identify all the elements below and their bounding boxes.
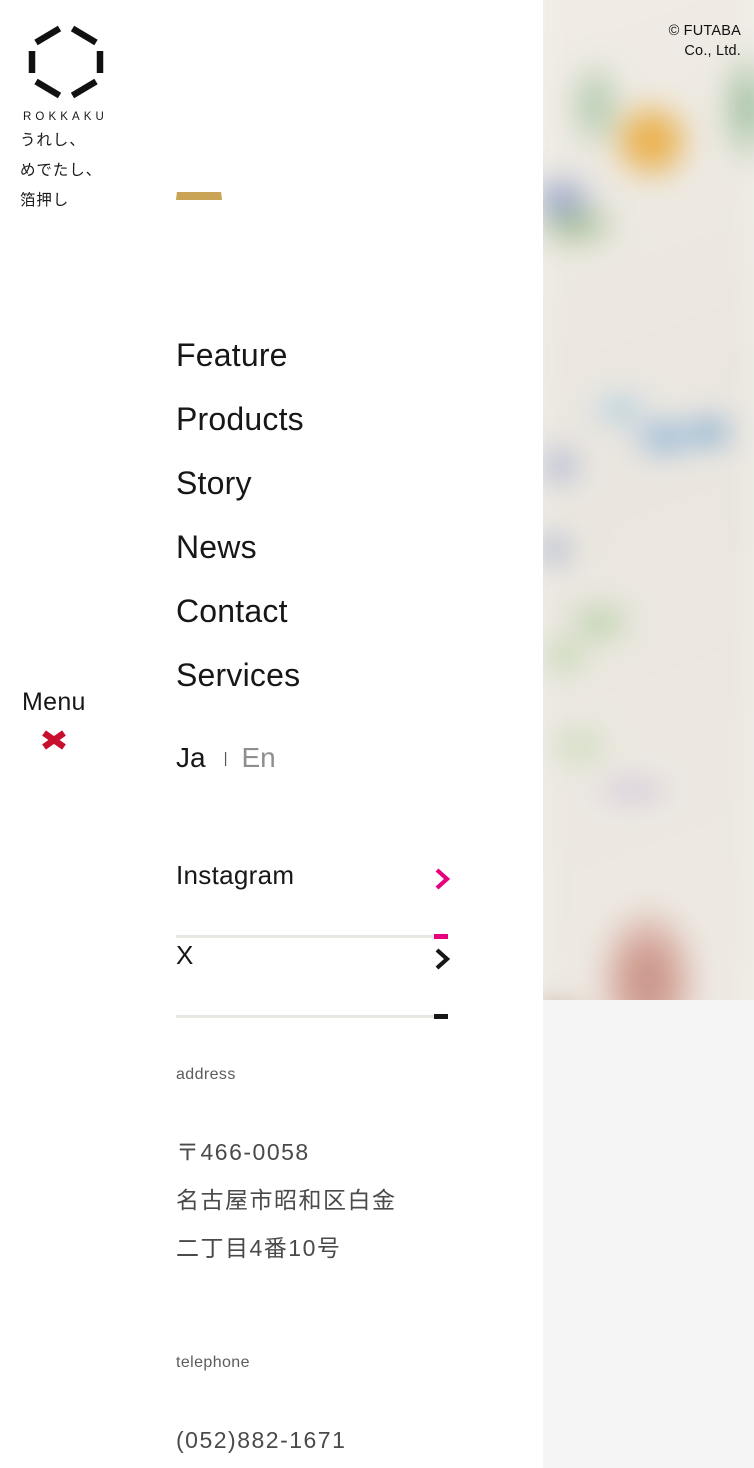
address-line-3: 二丁目4番10号 bbox=[176, 1235, 342, 1261]
hexagon-outline-icon bbox=[28, 25, 104, 99]
tagline-line-2: めでたし、 bbox=[20, 162, 103, 179]
address-line-2: 名古屋市昭和区白金 bbox=[176, 1187, 397, 1213]
nav-item-news[interactable]: News bbox=[176, 526, 304, 590]
gold-accent-bar bbox=[176, 192, 222, 200]
language-option-ja[interactable]: Ja bbox=[176, 742, 206, 774]
tagline-line-3: 箔押し bbox=[20, 192, 70, 209]
main-navigation: Feature Products Story News Contact Serv… bbox=[176, 334, 304, 718]
nav-item-services[interactable]: Services bbox=[176, 654, 304, 718]
telephone-block: telephone (052)882-1671 bbox=[176, 1354, 346, 1464]
social-link-label: Instagram bbox=[176, 860, 295, 890]
brand-tagline: うれし、 めでたし、 箔押し bbox=[20, 126, 102, 216]
social-link-x[interactable]: X bbox=[176, 938, 450, 1019]
language-switcher: Ja | En bbox=[176, 742, 276, 774]
telephone-label: telephone bbox=[176, 1354, 250, 1371]
brand-logo[interactable]: ROKKAKU bbox=[20, 20, 108, 123]
social-links: Instagram X bbox=[176, 858, 450, 1019]
background-photo-panel bbox=[543, 0, 754, 1468]
copyright-notice: © FUTABA Co., Ltd. bbox=[669, 22, 741, 61]
address-line-1: 〒466-0058 bbox=[176, 1139, 310, 1165]
brand-wordmark: ROKKAKU bbox=[23, 111, 108, 123]
lower-background bbox=[543, 1000, 754, 1468]
social-divider bbox=[176, 1014, 448, 1019]
language-separator: | bbox=[223, 749, 228, 767]
close-x-icon[interactable] bbox=[40, 727, 68, 753]
chevron-right-icon bbox=[435, 948, 450, 970]
nav-item-story[interactable]: Story bbox=[176, 462, 304, 526]
menu-overlay-panel: ROKKAKU うれし、 めでたし、 箔押し Menu Feature Prod… bbox=[0, 0, 543, 1468]
nav-item-contact[interactable]: Contact bbox=[176, 590, 304, 654]
address-block: address 〒466-0058 名古屋市昭和区白金 二丁目4番10号 bbox=[176, 1066, 397, 1272]
chevron-right-icon bbox=[435, 868, 450, 890]
language-option-en[interactable]: En bbox=[241, 742, 275, 774]
nav-item-feature[interactable]: Feature bbox=[176, 334, 304, 398]
menu-toggle-label: Menu bbox=[22, 688, 86, 716]
nav-item-products[interactable]: Products bbox=[176, 398, 304, 462]
social-link-instagram[interactable]: Instagram bbox=[176, 858, 450, 939]
social-link-label: X bbox=[176, 940, 194, 970]
copyright-line-2: Co., Ltd. bbox=[684, 42, 741, 59]
tagline-line-1: うれし、 bbox=[20, 132, 86, 149]
blurred-hero-image bbox=[543, 0, 754, 1073]
menu-toggle-button[interactable]: Menu bbox=[22, 688, 86, 753]
telephone-number[interactable]: (052)882-1671 bbox=[176, 1416, 346, 1464]
address-label: address bbox=[176, 1066, 236, 1083]
copyright-line-1: © FUTABA bbox=[668, 23, 741, 39]
